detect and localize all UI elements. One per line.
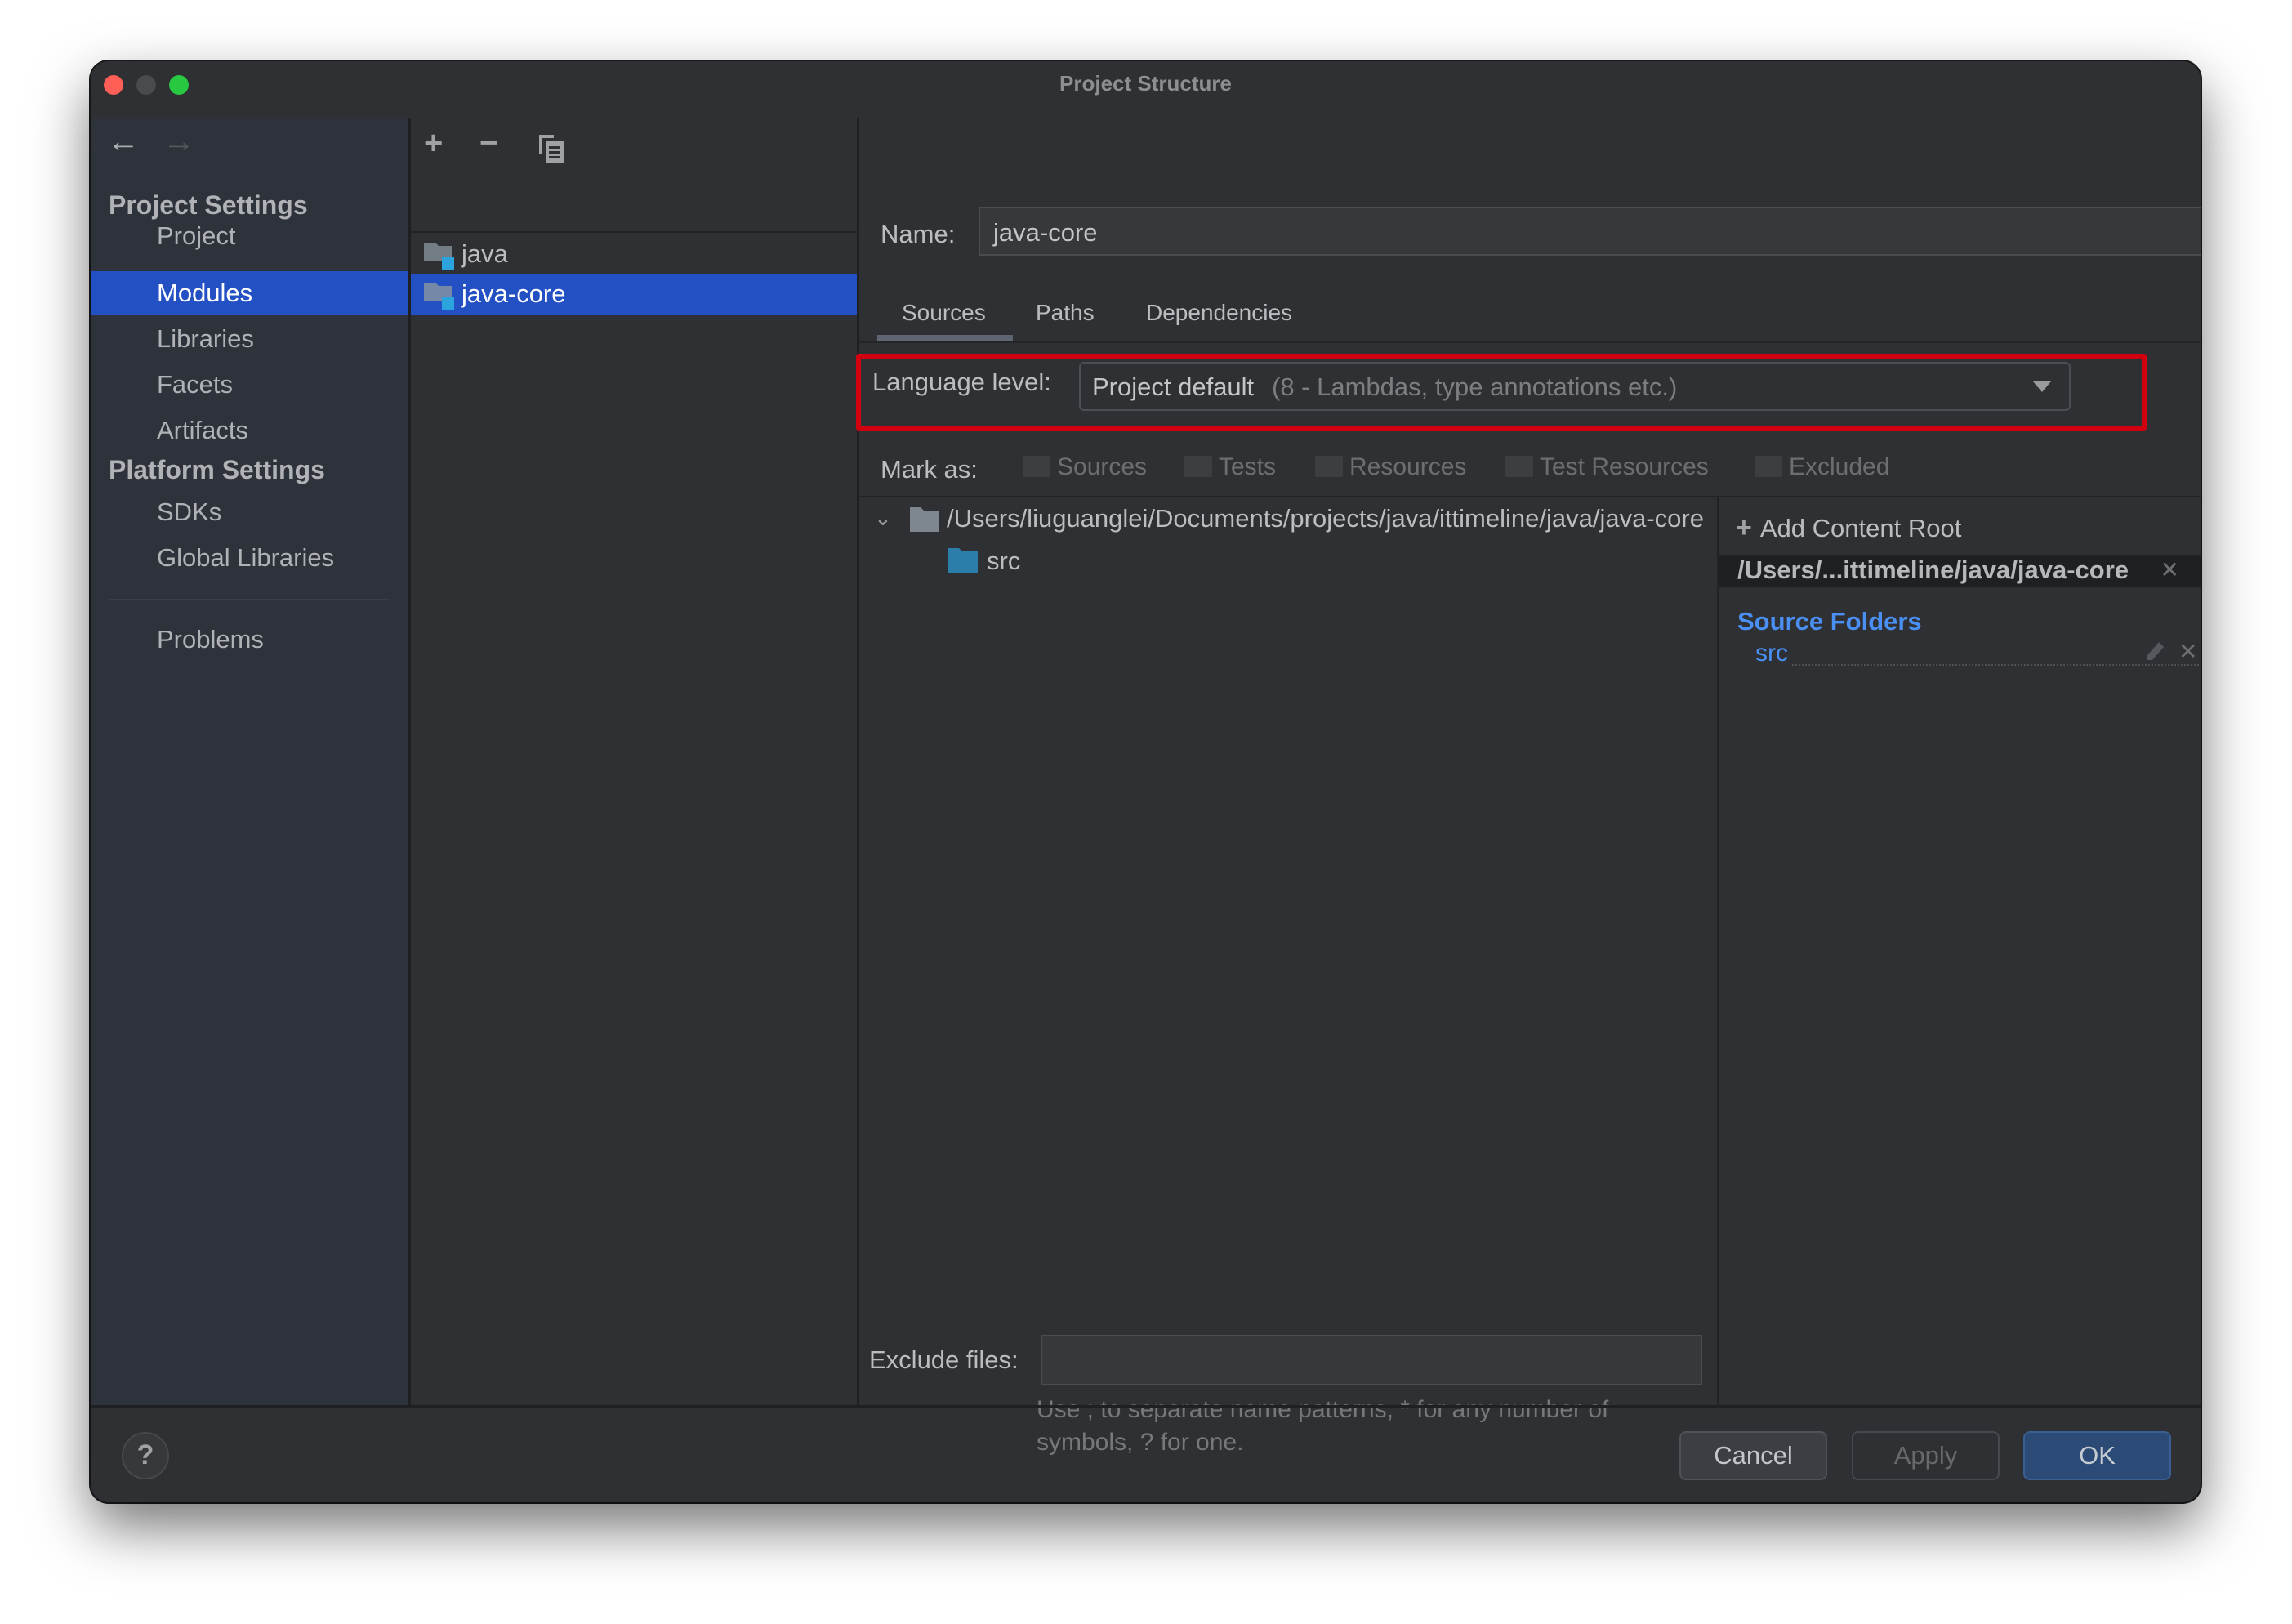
module-detail-panel: Name: java-core Sources Paths Dependenci… — [856, 118, 2201, 1456]
tests-folder-icon — [1184, 456, 1212, 477]
content-root-row[interactable]: /Users/...ittimeline/java/java-core ✕ — [1719, 555, 2201, 587]
module-list-panel: + − java java-core — [411, 118, 859, 1407]
content-roots-panel: + Add Content Root /Users/...ittimeline/j… — [1719, 497, 2201, 1407]
excluded-folder-icon — [1755, 456, 1782, 477]
edit-pencil-icon[interactable] — [2146, 642, 2165, 667]
module-name: java — [462, 239, 508, 268]
folder-tree: ⌄ /Users/liuguanglei/Documents/projects/… — [859, 497, 1717, 1407]
sidebar-item-sdks[interactable]: SDKs — [91, 490, 408, 534]
mark-option-label: Excluded — [1789, 453, 1890, 480]
mark-as-tests-button[interactable]: Tests — [1184, 453, 1276, 481]
tree-root-item[interactable]: /Users/liuguanglei/Documents/projects/ja… — [947, 504, 1704, 533]
exclude-files-hint: Use ; to separate name patterns, * for a… — [1037, 1394, 1608, 1459]
exclude-files-label: Exclude files: — [869, 1345, 1019, 1374]
source-folders-header: Source Folders — [1737, 607, 1922, 636]
mark-option-label: Tests — [1219, 453, 1277, 480]
mark-as-excluded-button[interactable]: Excluded — [1755, 453, 1889, 481]
sidebar-item-facets[interactable]: Facets — [91, 363, 408, 407]
sidebar-item-global-libraries[interactable]: Global Libraries — [91, 536, 408, 580]
cancel-button[interactable]: Cancel — [1679, 1431, 1827, 1480]
mark-option-label: Test Resources — [1540, 453, 1709, 480]
mark-as-sources-button[interactable]: Sources — [1023, 453, 1147, 481]
mark-as-resources-button[interactable]: Resources — [1315, 453, 1466, 481]
tab-paths[interactable]: Paths — [1036, 300, 1095, 326]
module-folder-icon — [424, 242, 454, 270]
tree-item-src[interactable]: src — [987, 547, 1020, 576]
module-name-value: java-core — [993, 218, 1098, 247]
tab-sources[interactable]: Sources — [902, 300, 986, 326]
mark-as-test-resources-button[interactable]: Test Resources — [1505, 453, 1709, 481]
mark-option-label: Resources — [1349, 453, 1467, 480]
module-name-input[interactable]: java-core — [979, 207, 2201, 256]
chevron-down-icon[interactable]: ⌄ — [874, 506, 892, 531]
window-title: Project Structure — [1059, 71, 1232, 96]
chevron-down-icon — [2033, 381, 2051, 392]
sidebar-divider — [109, 599, 390, 600]
remove-module-icon[interactable]: − — [479, 125, 498, 162]
footer-divider — [91, 1405, 2201, 1408]
add-content-root-button[interactable]: + Add Content Root — [1736, 512, 1961, 544]
exclude-hint-line: symbols, ? for one. — [1037, 1429, 1244, 1456]
panel-divider[interactable] — [1717, 497, 1719, 1407]
sidebar-item-project[interactable]: Project — [91, 214, 408, 258]
add-module-icon[interactable]: + — [424, 125, 443, 162]
add-content-root-label: Add Content Root — [1759, 514, 1962, 542]
remove-content-root-icon[interactable]: ✕ — [2160, 556, 2179, 583]
ok-button[interactable]: OK — [2023, 1431, 2171, 1480]
forward-arrow-icon[interactable]: → — [163, 123, 195, 160]
help-button[interactable]: ? — [122, 1432, 169, 1479]
sources-folder-icon — [1023, 456, 1050, 477]
language-level-dropdown[interactable]: Project default (8 - Lambdas, type annot… — [1079, 362, 2071, 411]
sidebar-item-libraries[interactable]: Libraries — [91, 317, 408, 361]
sidebar: ← → Project Settings Project Modules Lib… — [91, 118, 411, 1407]
name-label: Name: — [881, 220, 956, 248]
plus-icon: + — [1736, 512, 1752, 543]
back-arrow-icon[interactable]: ← — [107, 123, 140, 160]
title-bar: Project Structure — [91, 61, 2201, 118]
source-folders-header-text: Source Folders — [1737, 607, 1922, 636]
source-folder-row[interactable] — [1755, 640, 2201, 666]
tab-bar-divider — [859, 341, 2201, 343]
test-resources-folder-icon — [1505, 456, 1533, 477]
remove-source-folder-icon[interactable]: ✕ — [2178, 638, 2197, 665]
folder-icon — [910, 507, 939, 536]
project-structure-dialog: Project Structure ← → Project Settings P… — [91, 61, 2201, 1502]
language-level-label: Language level: — [872, 368, 1051, 396]
resources-folder-icon — [1315, 456, 1343, 477]
language-level-hint: (8 - Lambdas, type annotations etc.) — [1272, 373, 1678, 401]
sidebar-item-problems[interactable]: Problems — [91, 618, 408, 662]
module-item-java[interactable]: java — [411, 234, 857, 274]
sidebar-item-artifacts[interactable]: Artifacts — [91, 408, 408, 453]
mark-option-label: Sources — [1057, 453, 1148, 480]
module-name: java-core — [462, 279, 566, 308]
platform-settings-header: Platform Settings — [109, 455, 325, 484]
language-level-value: Project default — [1092, 373, 1255, 401]
copy-module-icon[interactable] — [539, 135, 565, 163]
content-root-path: /Users/...ittimeline/java/java-core — [1737, 555, 2129, 584]
source-folder-icon — [948, 548, 978, 577]
sidebar-item-modules[interactable]: Modules — [91, 271, 408, 315]
exclude-hint-line: Use ; to separate name patterns, * for a… — [1037, 1396, 1609, 1423]
mark-as-label: Mark as: — [881, 455, 978, 484]
module-toolbar-divider — [411, 231, 857, 233]
exclude-files-input[interactable] — [1041, 1335, 1702, 1385]
source-folder-src[interactable]: src — [1755, 640, 1790, 667]
tab-dependencies[interactable]: Dependencies — [1146, 300, 1292, 326]
active-tab-indicator — [877, 335, 1013, 341]
apply-button[interactable]: Apply — [1852, 1431, 2000, 1480]
module-item-java-core[interactable]: java-core — [411, 274, 857, 315]
module-folder-icon — [424, 282, 454, 310]
